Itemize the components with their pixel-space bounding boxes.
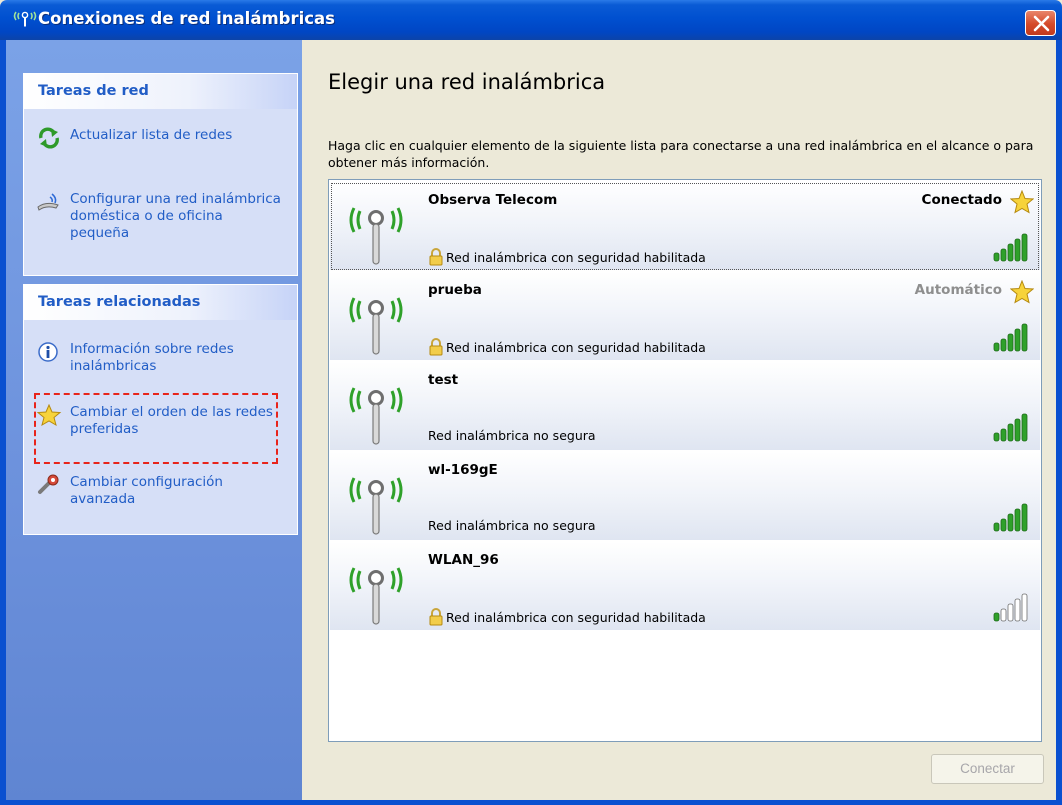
network-security-label: Red inalámbrica con seguridad habilitada [446,609,706,625]
related-tasks-heading: Tareas relacionadas [24,285,297,320]
network-tasks-panel: Tareas de red Actualizar lista de redes … [23,73,298,276]
setup-home-network-link[interactable]: Configurar una red inalámbrica doméstica… [36,191,286,242]
network-status: Conectado [921,192,1002,208]
network-row[interactable]: prueba Automático Red inalámbrica con se… [330,272,1040,361]
wireless-setup-icon [37,193,59,211]
close-button[interactable] [1025,10,1056,36]
network-security: Red inalámbrica con seguridad habilitada [428,608,706,626]
network-security: Red inalámbrica con seguridad habilitada [428,338,706,356]
signal-strength-icon [993,503,1028,532]
preferred-star-icon [1010,190,1034,214]
lock-icon [429,248,443,266]
network-security-label: Red inalámbrica no segura [428,428,596,443]
network-list[interactable]: Observa Telecom Conectado Red inalámbric… [328,179,1042,742]
network-row[interactable]: Observa Telecom Conectado Red inalámbric… [330,182,1040,271]
refresh-network-list-label: Actualizar lista de redes [70,127,233,143]
network-name: Observa Telecom [428,192,558,208]
network-security-label: Red inalámbrica no segura [428,518,596,533]
signal-strength-icon [993,593,1028,622]
wireless-info-label: Información sobre redes inalámbricas [70,341,234,374]
wireless-connections-window: Conexiones de red inalámbricas Tareas de… [0,0,1062,805]
wireless-antenna-icon [349,567,403,625]
highlight-box [34,393,278,464]
close-icon [1033,15,1050,32]
signal-strength-icon [993,323,1028,352]
network-security: Red inalámbrica no segura [428,428,596,443]
wireless-info-link[interactable]: Información sobre redes inalámbricas [36,341,286,375]
lock-icon [429,338,443,356]
network-row[interactable]: test Red inalámbrica no segura [330,362,1040,451]
wireless-antenna-icon [349,207,403,265]
network-security-label: Red inalámbrica con seguridad habilitada [446,249,706,265]
network-name: test [428,372,459,388]
page-title: Elegir una red inalámbrica [328,70,606,94]
network-security-label: Red inalámbrica con seguridad habilitada [446,339,706,355]
connect-button[interactable]: Conectar [931,754,1044,784]
signal-strength-icon [993,233,1028,262]
network-security: Red inalámbrica no segura [428,518,596,533]
window-frame-right [1056,40,1062,805]
advanced-settings-link[interactable]: Cambiar configuración avanzada [36,474,286,508]
preferred-star-icon [1010,280,1034,304]
window-title: Conexiones de red inalámbricas [38,9,336,28]
advanced-settings-label: Cambiar configuración avanzada [70,474,223,507]
network-tasks-heading: Tareas de red [24,74,297,109]
network-security: Red inalámbrica con seguridad habilitada [428,248,706,266]
network-name: prueba [428,282,482,298]
info-icon [38,342,58,362]
instructions-text: Haga clic en cualquier elemento de la si… [328,138,1034,170]
window-frame-bottom [0,800,1062,805]
signal-strength-icon [993,413,1028,442]
network-status: Automático [914,282,1002,298]
setup-home-network-label: Configurar una red inalámbrica doméstica… [70,191,281,241]
title-bar[interactable]: Conexiones de red inalámbricas [0,0,1062,40]
wireless-antenna-icon [13,11,37,27]
wireless-antenna-icon [349,387,403,445]
network-row[interactable]: WLAN_96 Red inalámbrica con seguridad ha… [330,542,1040,631]
settings-icon [38,474,59,494]
wireless-antenna-icon [349,297,403,355]
network-name: WLAN_96 [428,552,499,568]
wireless-antenna-icon [349,477,403,535]
network-row[interactable]: wl-169gE Red inalámbrica no segura [330,452,1040,541]
refresh-network-list-link[interactable]: Actualizar lista de redes [36,127,286,149]
network-name: wl-169gE [428,462,498,478]
lock-icon [429,608,443,626]
refresh-icon [39,127,59,149]
